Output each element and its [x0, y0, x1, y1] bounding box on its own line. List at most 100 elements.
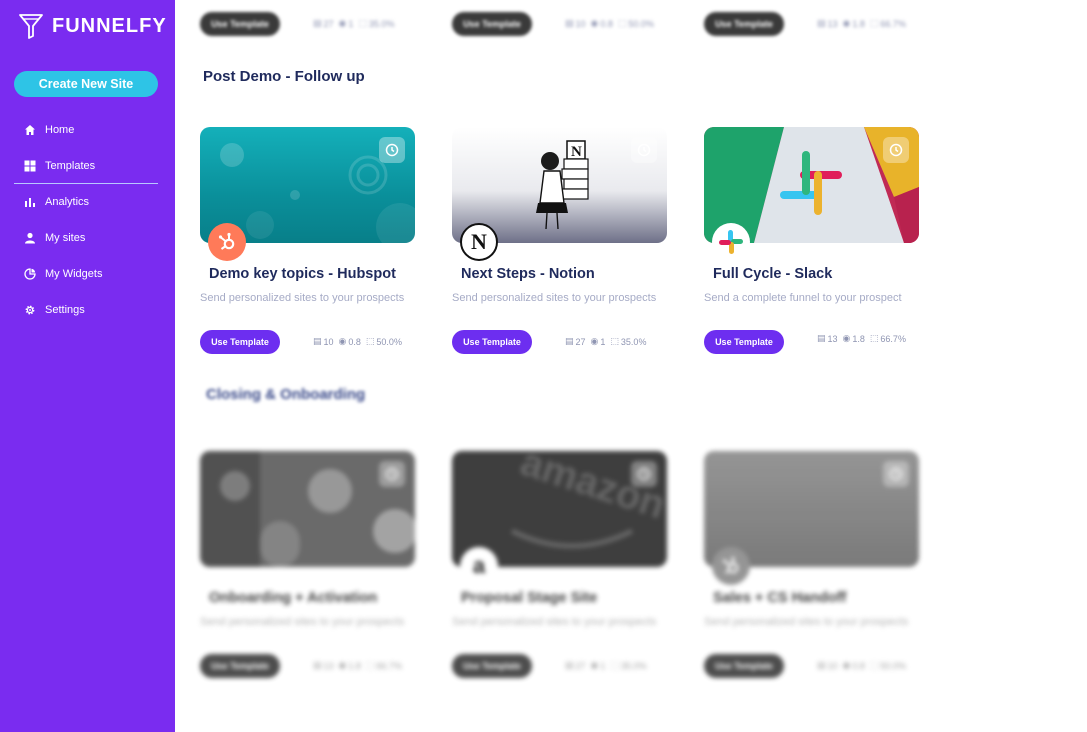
sites-icon: ▤ — [565, 660, 574, 670]
hubspot-logo — [712, 547, 750, 585]
notion-letter-icon: N — [471, 229, 487, 254]
sidebar-item-label: Analytics — [45, 196, 90, 208]
stat-sites: 10 — [323, 336, 334, 347]
slack-logo — [712, 223, 750, 261]
template-card-handoff[interactable]: Sales + CS Handoff Send personalized sit… — [704, 451, 919, 678]
sidebar-item-label: My Widgets — [45, 268, 103, 280]
rate-icon: ⬚ — [365, 336, 375, 346]
sidebar-item-templates[interactable]: Templates — [14, 148, 158, 184]
template-stats: ▤ 27 ◉ 1 ⬚ 35.0% — [565, 336, 646, 347]
template-card-onboarding[interactable]: Onboarding + Activation Send personalize… — [200, 451, 415, 678]
rate-icon: ⬚ — [869, 333, 879, 343]
stat-views: 0.8 — [852, 660, 865, 671]
template-stats: ▤ 13 ◉ 1.8 ⬚ 66.7% — [817, 18, 906, 29]
use-template-button[interactable]: Use Template — [200, 330, 280, 354]
sidebar-item-home[interactable]: Home — [14, 112, 158, 148]
stat-rate: 35.0% — [620, 660, 647, 671]
use-template-button[interactable]: Use Template — [704, 12, 784, 36]
sidebar-nav: Home Templates Analytics My sites My Wid… — [14, 112, 158, 328]
stat-sites: 27 — [323, 18, 334, 29]
template-stats: ▤ 10 ◉ 0.8 ⬚ 50.0% — [817, 660, 906, 671]
views-icon: ◉ — [338, 660, 347, 670]
template-card-proposal[interactable]: amazon a Proposal Stage Site Send person… — [452, 451, 667, 678]
sidebar-item-label: My sites — [45, 232, 86, 244]
stat-views: 1 — [348, 18, 354, 29]
sites-icon: ▤ — [565, 336, 574, 346]
template-stats: ▤ 10 ◉ 0.8 ⬚ 50.0% — [313, 336, 402, 347]
clock-icon[interactable] — [883, 461, 909, 487]
views-icon: ◉ — [590, 660, 599, 670]
use-template-button[interactable]: Use Template — [704, 654, 784, 678]
hubspot-logo — [208, 223, 246, 261]
templates-main: Use Template ▤ 27 ◉ 1 ⬚ 35.0% Use Template … — [175, 0, 1087, 732]
sidebar: FUNNELFY Create New Site Home Templates … — [0, 0, 175, 732]
stat-sites: 27 — [575, 336, 586, 347]
template-title: Demo key topics - Hubspot — [209, 266, 396, 282]
template-card-slack[interactable]: Full Cycle - Slack Send a complete funne… — [704, 127, 919, 354]
section-title: Post Demo - Follow up — [203, 68, 365, 85]
sidebar-item-analytics[interactable]: Analytics — [14, 184, 158, 220]
clock-icon[interactable] — [631, 137, 657, 163]
sidebar-item-my-widgets[interactable]: My Widgets — [14, 256, 158, 292]
stat-views: 1 — [600, 336, 606, 347]
template-stats: ▤ 10 ◉ 0.8 ⬚ 50.0% — [565, 18, 654, 29]
clock-icon[interactable] — [379, 137, 405, 163]
amazon-logo: a — [460, 547, 498, 585]
bar-chart-icon — [23, 195, 37, 209]
sites-icon: ▤ — [817, 333, 826, 343]
stat-sites: 13 — [323, 660, 334, 671]
template-thumbnail — [200, 451, 415, 567]
create-new-site-button[interactable]: Create New Site — [14, 71, 158, 97]
clock-icon[interactable] — [631, 461, 657, 487]
use-template-button[interactable]: Use Template — [452, 12, 532, 36]
gear-icon — [23, 303, 37, 317]
stat-rate: 50.0% — [628, 18, 654, 29]
template-title: Full Cycle - Slack — [713, 266, 833, 282]
use-template-button[interactable]: Use Template — [452, 330, 532, 354]
stat-rate: 66.7% — [376, 660, 402, 671]
section-title: Closing & Onboarding — [206, 386, 366, 403]
home-icon — [23, 123, 37, 137]
template-stats: ▤ 13 ◉ 1.8 ⬚ 66.7% — [313, 660, 402, 671]
template-description: Send personalized sites to your prospect… — [452, 616, 657, 628]
template-stats: ▤ 27 ◉ 1 ⬚ 35.0% — [313, 18, 394, 29]
stat-rate: 50.0% — [880, 660, 906, 671]
sidebar-item-my-sites[interactable]: My sites — [14, 220, 158, 256]
views-icon: ◉ — [338, 336, 347, 346]
user-icon — [23, 231, 37, 245]
stat-rate: 50.0% — [376, 336, 402, 347]
template-title: Proposal Stage Site — [461, 590, 598, 606]
template-description: Send personalized sites to your prospect… — [200, 292, 405, 304]
use-template-button[interactable]: Use Template — [200, 12, 280, 36]
sites-icon: ▤ — [313, 660, 322, 670]
use-template-button[interactable]: Use Template — [704, 330, 784, 354]
funnel-icon — [19, 14, 43, 39]
brand-name: FUNNELFY — [52, 14, 167, 37]
clock-icon[interactable] — [883, 137, 909, 163]
rate-icon: ⬚ — [365, 660, 375, 670]
notion-logo: N — [460, 223, 498, 261]
stat-views: 0.8 — [600, 18, 613, 29]
grid-icon — [23, 159, 37, 173]
use-template-button[interactable]: Use Template — [452, 654, 532, 678]
brand-logo[interactable]: FUNNELFY — [18, 12, 167, 40]
stat-rate: 35.0% — [368, 18, 395, 29]
template-stats: ▤ 13 ◉ 1.8 ⬚ 66.7% — [817, 333, 906, 344]
template-description: Send personalized sites to your prospect… — [452, 292, 657, 304]
rate-icon: ⬚ — [617, 18, 627, 28]
stat-sites: 10 — [575, 18, 586, 29]
template-description: Send a complete funnel to your prospect — [704, 292, 902, 304]
sidebar-item-label: Templates — [45, 159, 96, 172]
sidebar-item-label: Home — [45, 124, 75, 136]
template-card-notion[interactable]: N N Next Steps - Notion Send personalize… — [452, 127, 667, 354]
views-icon: ◉ — [842, 333, 851, 343]
template-card-hubspot[interactable]: Demo key topics - Hubspot Send personali… — [200, 127, 415, 354]
sidebar-item-settings[interactable]: Settings — [14, 292, 158, 328]
clock-icon[interactable] — [379, 461, 405, 487]
use-template-button[interactable]: Use Template — [200, 654, 280, 678]
stat-rate: 66.7% — [880, 333, 906, 344]
template-description: Send personalized sites to your prospect… — [704, 616, 909, 628]
stat-views: 0.8 — [348, 336, 361, 347]
widget-icon — [23, 267, 37, 281]
stat-views: 1.8 — [348, 660, 361, 671]
